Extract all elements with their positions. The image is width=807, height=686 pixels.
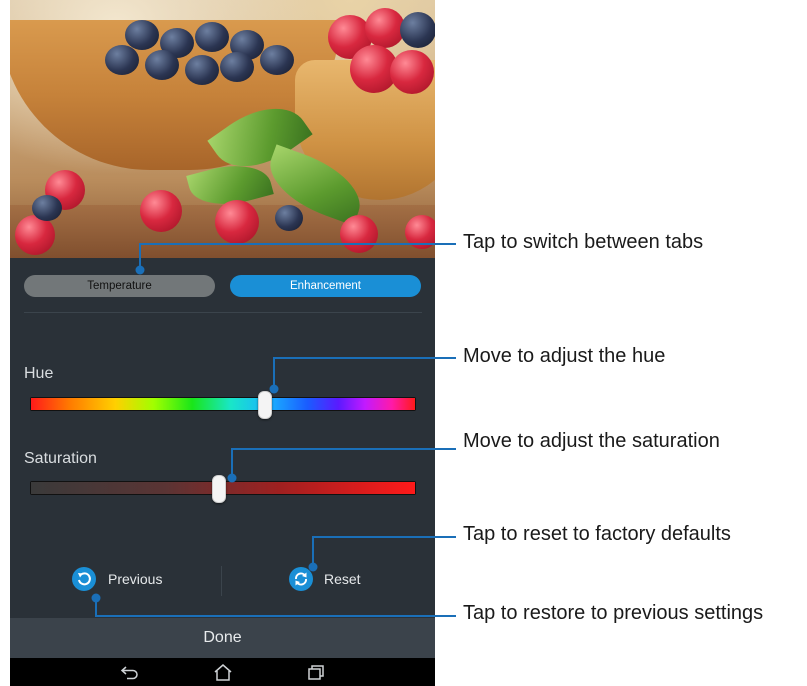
callout-dot-reset xyxy=(308,562,318,572)
callout-previous: Tap to restore to previous settings xyxy=(463,602,764,624)
callout-dot-previous xyxy=(91,593,101,603)
callout-lines xyxy=(91,243,456,617)
callout-tabs: Tap to switch between tabs xyxy=(463,231,704,253)
callout-hue: Move to adjust the hue xyxy=(463,345,666,367)
callout-dot-hue xyxy=(269,384,279,394)
callout-dot-saturation xyxy=(227,473,237,483)
callout-dot-tabs xyxy=(135,265,145,275)
callout-reset: Tap to reset to factory defaults xyxy=(463,523,731,545)
callout-saturation: Move to adjust the saturation xyxy=(463,430,720,452)
